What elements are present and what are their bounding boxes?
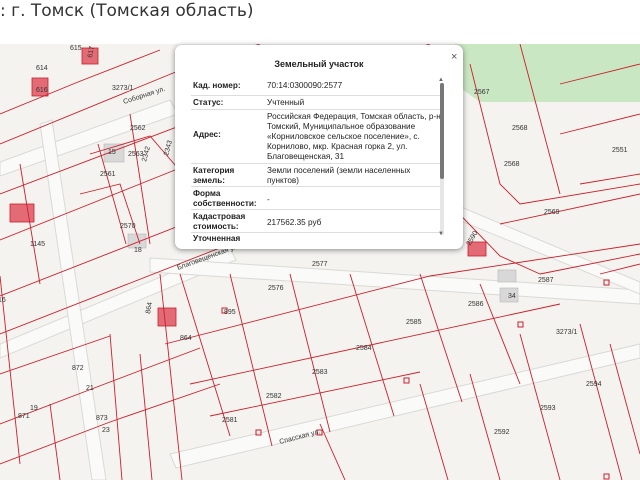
row-label: Категория земель:	[193, 166, 235, 185]
row-label: Адрес:	[193, 130, 221, 139]
parcel-label: 2561	[100, 171, 116, 178]
parcel-label: 2585	[406, 319, 422, 326]
parcel-label: 2577	[312, 261, 328, 268]
parcel-label: 19	[30, 405, 38, 412]
parcel-label: 2586	[468, 301, 484, 308]
parcel-label: 616	[36, 87, 48, 94]
parcel-label: 1145	[30, 241, 45, 248]
parcel-label: 21	[86, 385, 94, 392]
popup-row-cadastral-value: Кадастровая стоимость: 217562.35 руб	[191, 209, 441, 232]
row-value: 217562.35 руб	[267, 218, 322, 227]
parcel-label: 2593	[540, 405, 556, 412]
parcel-label: 15	[108, 149, 116, 156]
parcel-label: 2569	[544, 209, 560, 216]
parcel-label: 2581	[222, 417, 238, 424]
parcel-label: 18	[134, 247, 142, 254]
parcel-label: 895	[224, 309, 236, 316]
page-header: : г. Томск (Томская область)	[0, 0, 640, 26]
parcel-label: 873	[96, 415, 108, 422]
parcel-label: 16	[0, 297, 6, 304]
parcel-label: 2582	[266, 393, 282, 400]
parcel-label: 2562	[130, 125, 146, 132]
parcel-label: 2584	[356, 345, 372, 352]
row-value: Российская Федерация, Томская область, р…	[267, 112, 441, 161]
parcel-label: 2583	[312, 369, 328, 376]
row-label: Форма собственности:	[193, 189, 257, 208]
land-plot-popup[interactable]: Земельный участок × Кад. номер: 70:14:03…	[175, 45, 463, 249]
row-label: Кадастровая стоимость:	[193, 212, 246, 231]
popup-row-land-category: Категория земель: Земли поселений (земли…	[191, 163, 441, 186]
parcel-label: 3273/1	[112, 85, 134, 92]
popup-scrollbar[interactable]	[440, 83, 444, 235]
popup-title: Земельный участок	[274, 59, 364, 69]
parcel-label: 871	[18, 413, 30, 420]
row-value: Земли поселений (земли населенных пункто…	[267, 166, 411, 185]
parcel-label: 2568	[504, 161, 520, 168]
page-title: : г. Томск (Томская область)	[0, 1, 254, 21]
parcel-label: 2342	[141, 146, 152, 163]
row-value[interactable]: 70:14:0300090:2577	[267, 81, 441, 91]
parcel-label: 34	[508, 293, 516, 300]
parcel-label: 872	[72, 365, 84, 372]
parcel-label: 2592	[494, 429, 510, 436]
parcel-label: 23	[102, 427, 110, 434]
parcel-label: 2570	[120, 223, 136, 230]
row-label: Кад. номер:	[193, 81, 241, 90]
parcel-label: 2551	[612, 147, 628, 154]
parcel-label: 864	[180, 335, 192, 342]
popup-row-status: Статус: Учтенный	[191, 95, 441, 108]
parcel-label: 614	[36, 65, 48, 72]
popup-row-address: Адрес: Российская Федерация, Томская обл…	[191, 109, 441, 162]
parcel-label: 2567	[474, 89, 490, 96]
popup-row-refined: Уточненная	[191, 232, 441, 243]
close-icon[interactable]: ×	[451, 51, 457, 63]
scroll-down-icon[interactable]: ▼	[438, 231, 444, 237]
parcel-label: 615	[70, 45, 82, 52]
row-value: -	[267, 195, 270, 204]
parcel-label: 2576	[268, 285, 284, 292]
row-label: Уточненная	[193, 234, 241, 243]
parcel-label: 2343	[163, 140, 174, 157]
parcel-label: 2587	[538, 277, 554, 284]
popup-row-ownership: Форма собственности: -	[191, 186, 441, 209]
row-value: Учтенный	[267, 98, 305, 107]
row-label: Статус:	[193, 98, 224, 107]
scroll-thumb[interactable]	[440, 83, 444, 179]
parcel-label: 3273/1	[556, 329, 578, 336]
parcel-label: 2594	[586, 381, 602, 388]
popup-row-cadastral-number: Кад. номер: 70:14:0300090:2577	[191, 81, 441, 93]
parcel-label: 2568	[512, 125, 528, 132]
parcel-label: 864	[145, 302, 154, 315]
